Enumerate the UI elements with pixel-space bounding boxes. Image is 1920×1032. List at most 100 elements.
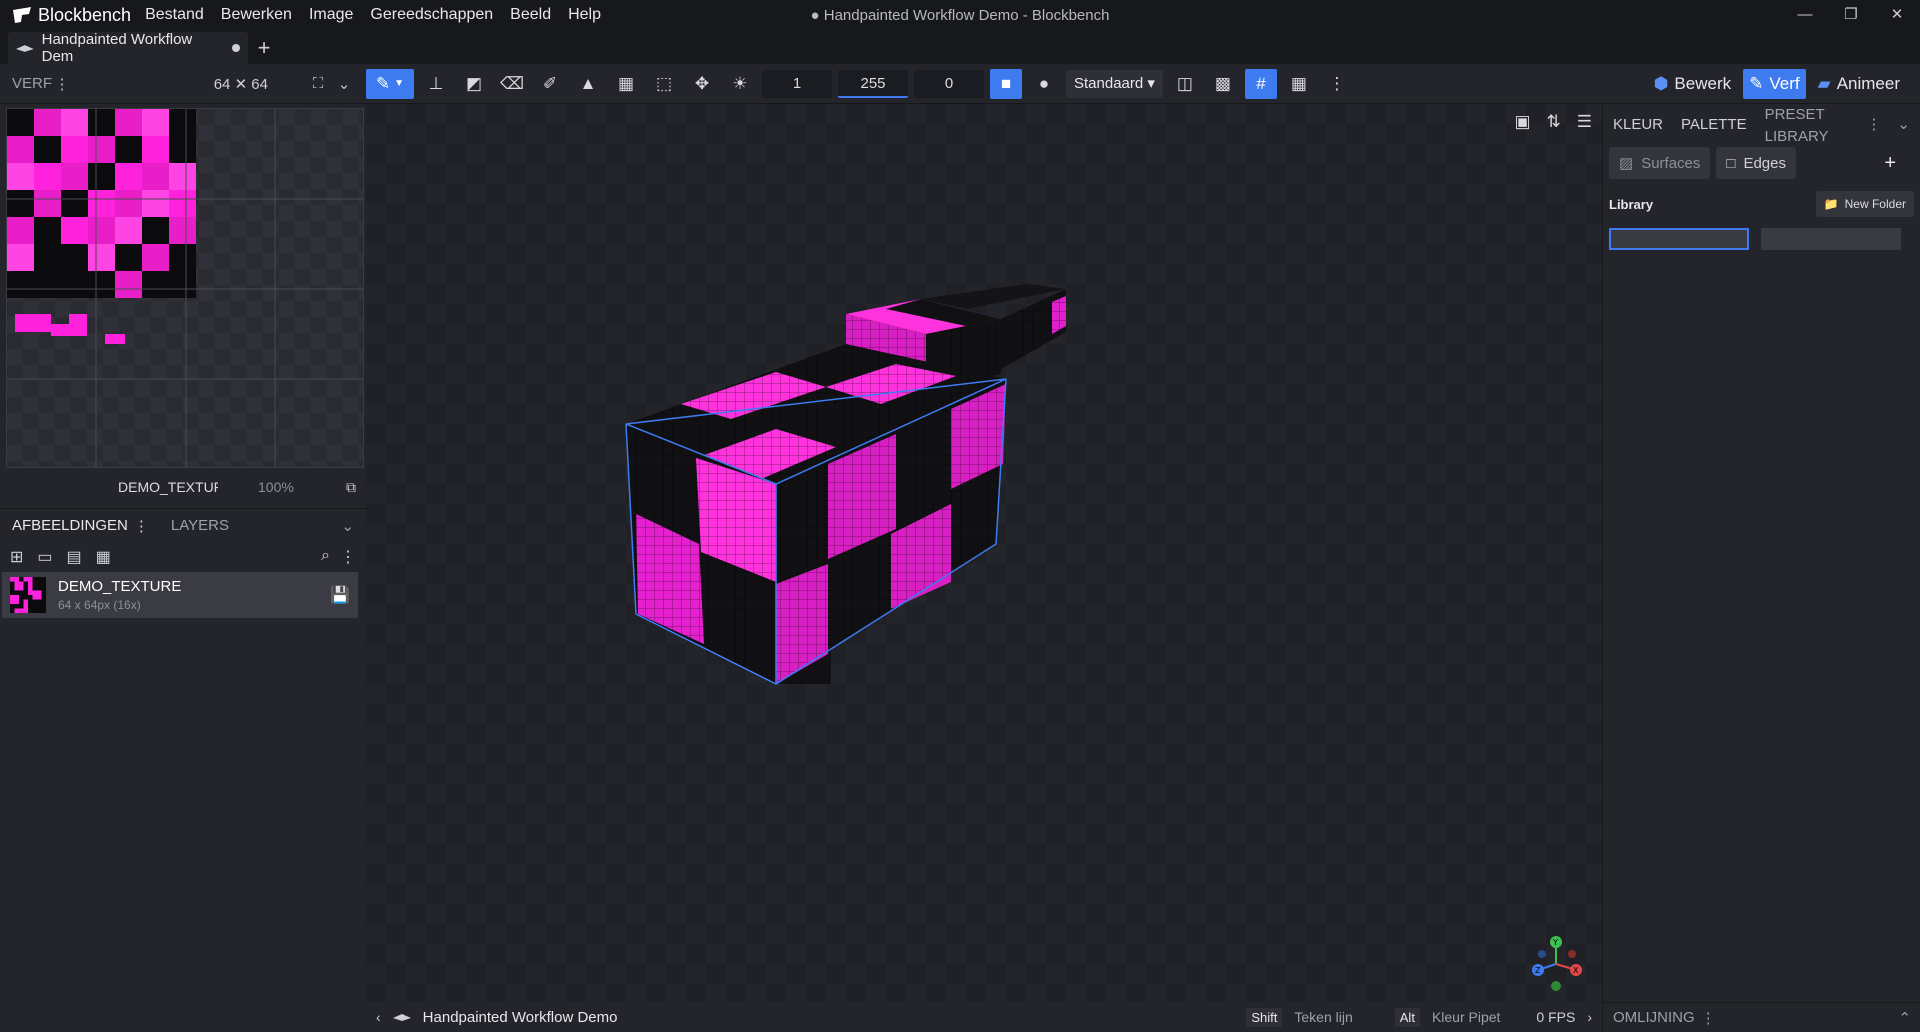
square-outline-icon: □ [1726, 154, 1736, 172]
save-icon[interactable]: 💾 [330, 585, 350, 605]
texture-info: DEMO_TEXTURE 64 x 64px (16x) [58, 578, 181, 612]
new-tab-button[interactable]: + [248, 32, 280, 64]
uv-editor-canvas[interactable] [6, 108, 364, 468]
import-texture-icon[interactable]: ▭ [37, 547, 52, 567]
project-tab[interactable]: Handpainted Workflow Dem [8, 31, 248, 65]
menu-gereedschappen[interactable]: Gereedschappen [370, 6, 493, 24]
outline-panel-header: OMLIJNING ⋮ ⌃ [1603, 1002, 1920, 1032]
mode-edit-label: Bewerk [1674, 73, 1732, 93]
mode-animate-button[interactable]: ▰ Animeer [1812, 69, 1906, 99]
chevron-up-icon[interactable]: ⌃ [1898, 1009, 1911, 1027]
axis-gizmo-icon[interactable]: Y X Z [1526, 934, 1586, 994]
color-picker-tool-button[interactable]: ✐ [534, 69, 566, 99]
svg-text:Z: Z [1535, 966, 1541, 975]
chevron-left-icon[interactable]: ‹ [376, 1009, 381, 1025]
edges-label: Edges [1743, 154, 1786, 172]
chevron-down-icon[interactable]: ⌄ [1897, 115, 1910, 133]
window-controls: — ❐ ✕ [1782, 0, 1920, 30]
brush-tool-button[interactable]: ✎ ▼ [366, 68, 414, 99]
more-vertical-icon[interactable]: ⋮ [340, 547, 356, 567]
sun-icon: ☀ [732, 73, 748, 93]
new-folder-button[interactable]: 📁 New Folder [1815, 191, 1914, 217]
add-texture-icon[interactable]: ⊞ [10, 547, 23, 567]
stamp-tool-button[interactable]: ⊥ [420, 69, 452, 99]
folder-icon[interactable]: ▤ [67, 547, 82, 567]
menu-image[interactable]: Image [309, 6, 353, 24]
blend-mode-select[interactable]: Standaard ▾ [1066, 69, 1163, 98]
library-header: Library 📁 New Folder [1603, 186, 1920, 222]
texture-list-item[interactable]: DEMO_TEXTURE 64 x 64px (16x) 💾 [2, 572, 358, 618]
add-button[interactable]: + [1884, 152, 1896, 175]
more-vertical-icon[interactable]: ⋮ [1866, 115, 1881, 133]
softness-input[interactable]: 0 [914, 69, 984, 98]
uv-texture-name: DEMO_TEXTUF [118, 479, 218, 495]
close-button[interactable]: ✕ [1874, 0, 1920, 30]
status-bar: ‹ Handpainted Workflow Demo Shift Teken … [366, 1002, 1602, 1032]
round-brush-button[interactable]: ● [1028, 69, 1060, 99]
opacity-input[interactable]: 255 [838, 69, 908, 98]
fill-tool-button[interactable]: ◩ [458, 69, 490, 99]
panel-menu-icon[interactable]: ⋮ [52, 75, 72, 93]
copy-icon[interactable]: ⧉ [346, 479, 356, 496]
chevron-right-icon[interactable]: › [1587, 1009, 1592, 1025]
checkerboard-icon: ▩ [1214, 73, 1231, 93]
chevron-down-icon[interactable]: ⌄ [334, 75, 354, 93]
project-tab-bar: Handpainted Workflow Dem + [0, 30, 1920, 65]
mode-paint-button[interactable]: ✎ Verf [1743, 68, 1806, 99]
svg-text:X: X [1573, 966, 1579, 975]
panel-menu-icon[interactable]: ⋮ [134, 517, 149, 535]
menu-icon[interactable]: ☰ [1577, 112, 1592, 132]
tab-palette[interactable]: PALETTE [1681, 116, 1747, 133]
library-item[interactable] [1761, 228, 1901, 250]
gradient-tool-button[interactable]: ▦ [610, 69, 642, 99]
chevron-down-icon[interactable]: ⌄ [341, 517, 354, 535]
checker-button[interactable]: ▩ [1207, 69, 1239, 99]
mode-paint-label: Verf [1769, 73, 1800, 93]
sort-icon[interactable]: ⇅ [1547, 112, 1561, 132]
menu-help[interactable]: Help [568, 6, 601, 24]
tab-kleur[interactable]: KLEUR [1613, 116, 1663, 133]
menu-bestand[interactable]: Bestand [145, 6, 204, 24]
project-tab-label: Handpainted Workflow Dem [41, 31, 193, 65]
gradient-icon: ▦ [617, 73, 635, 93]
menu-bewerken[interactable]: Bewerken [221, 6, 292, 24]
mirror-button[interactable]: ◫ [1169, 69, 1201, 99]
mode-edit-button[interactable]: ⬢ Bewerk [1648, 69, 1738, 99]
grid-button[interactable]: # [1244, 68, 1277, 99]
selection-tool-button[interactable]: ⬚ [648, 69, 680, 99]
menu-beeld[interactable]: Beeld [510, 6, 551, 24]
app-brand: Blockbench [0, 5, 131, 26]
texture-actions: ⊞ ▭ ▤ ▦ ⌕ ⋮ [0, 542, 366, 572]
tab-layers[interactable]: LAYERS [171, 517, 229, 534]
search-icon[interactable]: ⌕ [321, 547, 330, 567]
layout-button[interactable]: ▦ [1283, 69, 1315, 99]
move-icon: ✥ [694, 73, 710, 93]
main-toolbar: VERF ⋮ 64 ✕ 64 ⛶ ⌄ ✎ ▼ ⊥ ◩ ⌫ ✐ ▲ ▦ ⬚ ✥ ☀ … [0, 64, 1920, 104]
svg-text:Y: Y [1552, 938, 1558, 947]
uv-zoom[interactable]: 100% [258, 479, 294, 495]
texture-thumbnail [10, 577, 46, 613]
minimize-button[interactable]: — [1782, 0, 1828, 30]
eraser-tool-button[interactable]: ⌫ [496, 69, 528, 99]
3d-viewport[interactable]: ▣ ⇅ ☰ Y X Z [366, 104, 1602, 1002]
more-options-button[interactable]: ⋮ [1321, 69, 1353, 99]
move-tool-button[interactable]: ✥ [686, 69, 718, 99]
title-bar: Blockbench Bestand Bewerken Image Gereed… [0, 0, 1920, 30]
square-brush-button[interactable]: ■ [990, 68, 1022, 99]
image-icon[interactable]: ▣ [1514, 112, 1530, 132]
atlas-icon[interactable]: ▦ [96, 547, 111, 567]
fullscreen-icon[interactable]: ⛶ [308, 75, 328, 92]
cube-icon: ⬢ [1653, 73, 1669, 93]
brightness-tool-button[interactable]: ☀ [724, 69, 756, 99]
surfaces-button[interactable]: ▨ Surfaces [1609, 147, 1711, 179]
more-vertical-icon[interactable]: ⋮ [1701, 1009, 1716, 1027]
shape-tool-button[interactable]: ▲ [572, 69, 604, 99]
library-item[interactable] [1609, 228, 1749, 250]
tab-afbeeldingen[interactable]: AFBEELDINGEN [12, 517, 128, 534]
maximize-button[interactable]: ❐ [1828, 0, 1874, 30]
caret-down-icon: ▼ [394, 78, 405, 89]
mode-switcher: ⬢ Bewerk ✎ Verf ▰ Animeer [1648, 68, 1920, 99]
edges-button[interactable]: □ Edges [1716, 147, 1796, 179]
tab-preset-library[interactable]: PRESET LIBRARY [1765, 104, 1835, 144]
brush-size-input[interactable]: 1 [762, 69, 832, 98]
